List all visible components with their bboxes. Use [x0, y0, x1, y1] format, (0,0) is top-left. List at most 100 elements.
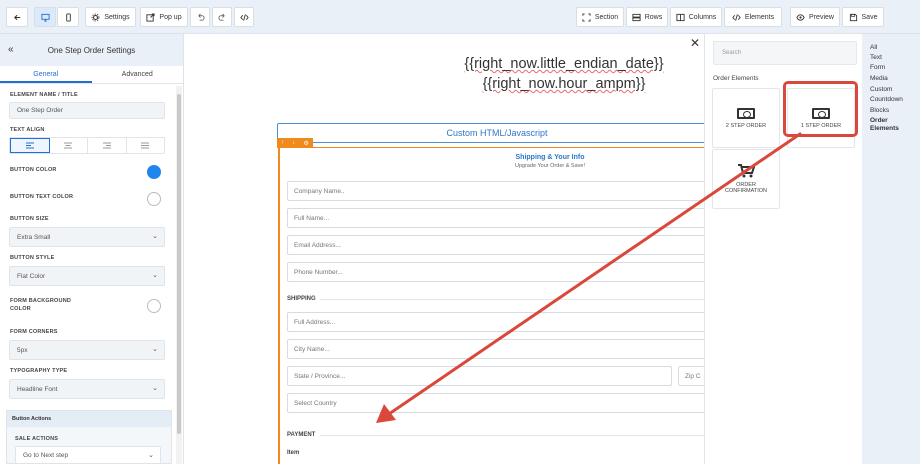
code-icon — [732, 13, 741, 21]
eye-icon — [796, 13, 805, 21]
undo-icon — [197, 13, 205, 21]
code-icon — [239, 13, 249, 21]
page-canvas: {{right_now.little_endian_date}} {{right… — [184, 34, 718, 464]
merge-tag-hour-text: {{right_now.hour_ampm}} — [482, 76, 646, 92]
tab-general[interactable]: General — [0, 66, 92, 83]
shipping-section-label: SHIPPING — [287, 296, 316, 302]
settings-form: ELEMENT NAME / TITLE One Step Order TEXT… — [0, 86, 176, 464]
cash-icon — [737, 107, 755, 119]
elements-button[interactable]: Elements — [724, 7, 782, 27]
button-text-color-label: BUTTON TEXT COLOR — [10, 194, 74, 200]
text-align-group — [9, 137, 165, 154]
save-button[interactable]: Save — [842, 7, 884, 27]
align-justify-button[interactable] — [127, 138, 165, 153]
typography-label: TYPOGRAPHY TYPE — [10, 368, 68, 374]
form-corners-select[interactable]: 5px ⌄ — [9, 340, 165, 360]
button-size-select[interactable]: Extra Small ⌄ — [9, 227, 165, 247]
merge-tag-hour[interactable]: {{right_now.hour_ampm}} — [414, 76, 714, 92]
company-name-field[interactable]: Company Name.. — [287, 181, 717, 201]
category-custom[interactable]: Custom — [870, 86, 892, 94]
state-field[interactable]: State / Province... — [287, 366, 672, 386]
settings-tabs: General Advanced — [0, 66, 183, 84]
button-text-color-swatch[interactable] — [147, 192, 161, 206]
undo-button[interactable] — [190, 7, 210, 27]
category-countdown[interactable]: Countdown — [870, 96, 903, 104]
country-select[interactable]: Select Country — [287, 393, 717, 413]
city-field[interactable]: City Name... — [287, 339, 717, 359]
preview-label: Preview — [809, 13, 834, 21]
chevron-down-icon: ⌄ — [152, 385, 158, 392]
popup-button[interactable]: Pop up — [140, 7, 188, 27]
settings-scrollbar[interactable] — [176, 86, 182, 464]
payment-divider — [320, 435, 715, 436]
category-order-elements[interactable]: Order Elements — [870, 117, 906, 133]
full-name-field[interactable]: Full Name... — [287, 208, 717, 228]
one-step-order-form[interactable]: Shipping & Your Info Upgrade Your Order … — [278, 147, 718, 464]
back-button[interactable] — [6, 7, 28, 27]
form-title: Shipping & Your Info — [515, 154, 585, 161]
button-style-select[interactable]: Flat Color ⌄ — [9, 266, 165, 286]
element-name-input[interactable]: One Step Order — [9, 102, 165, 119]
save-label: Save — [861, 13, 878, 21]
form-background-label: FORM BACKGROUND — [10, 298, 72, 304]
sale-actions-select[interactable]: Go to Next step ⌄ — [15, 446, 161, 464]
cart-icon — [738, 164, 755, 178]
category-all[interactable]: All — [870, 44, 877, 52]
align-center-button[interactable] — [50, 138, 88, 153]
phone-field[interactable]: Phone Number... — [287, 262, 717, 282]
form-corners-label: FORM CORNERS — [10, 329, 58, 335]
settings-button[interactable]: Settings — [85, 7, 136, 27]
desktop-icon — [40, 13, 50, 22]
sale-actions-label: SALE ACTIONS — [15, 436, 59, 442]
scrollbar-thumb[interactable] — [177, 94, 181, 434]
mobile-view-button[interactable] — [57, 7, 79, 27]
form-subtitle: Upgrade Your Order & Save! — [514, 163, 585, 169]
order-elements-label: Order Elements — [713, 75, 759, 82]
columns-button[interactable]: Columns — [670, 7, 722, 27]
form-background-swatch[interactable] — [147, 299, 161, 313]
align-right-button[interactable] — [88, 138, 127, 153]
category-text[interactable]: Text — [870, 54, 882, 62]
section-button[interactable]: Section — [576, 7, 624, 27]
payment-section-label: PAYMENT — [287, 432, 316, 438]
shipping-divider — [320, 299, 715, 300]
custom-html-element[interactable]: Custom HTML/Javascript — [277, 123, 717, 143]
email-field[interactable]: Email Address... — [287, 235, 717, 255]
popup-label: Pop up — [159, 13, 182, 21]
align-left-button[interactable] — [10, 138, 50, 153]
collapse-panel-icon[interactable]: « — [8, 44, 14, 55]
elements-search-input[interactable]: Search — [713, 41, 857, 65]
settings-panel: « One Step Order Settings General Advanc… — [0, 34, 184, 464]
button-actions-header[interactable]: Button Actions — [7, 411, 171, 427]
chevron-down-icon: ⌄ — [148, 452, 154, 459]
category-media[interactable]: Media — [870, 75, 888, 83]
button-color-swatch[interactable] — [147, 165, 161, 179]
gear-icon[interactable]: ⚙ — [304, 140, 309, 147]
redo-button[interactable] — [212, 7, 232, 27]
close-icon[interactable]: ✕ — [690, 36, 700, 50]
order-confirmation-tile[interactable]: ORDER CONFIRMATION — [712, 149, 780, 209]
button-color-label: BUTTON COLOR — [10, 167, 57, 173]
category-sidebar: All Text Form Media Custom Countdown Blo… — [862, 34, 920, 464]
merge-tag-date[interactable]: {{right_now.little_endian_date}} — [414, 56, 714, 72]
element-toolbar: ↑ ↓ ⚙ — [277, 138, 313, 148]
preview-button[interactable]: Preview — [790, 7, 840, 27]
section-icon — [582, 12, 591, 22]
desktop-view-button[interactable] — [34, 7, 56, 27]
arrow-up-icon[interactable]: ↑ — [281, 140, 284, 146]
tab-advanced[interactable]: Advanced — [92, 66, 184, 83]
two-step-order-tile[interactable]: 2 STEP ORDER — [712, 88, 780, 148]
category-blocks[interactable]: Blocks — [870, 107, 889, 115]
align-right-icon — [102, 142, 111, 149]
sale-actions-value: Go to Next step — [23, 451, 69, 459]
code-button[interactable] — [234, 7, 254, 27]
settings-panel-header: « One Step Order Settings — [0, 34, 183, 66]
rows-button[interactable]: Rows — [626, 7, 668, 27]
typography-select[interactable]: Headline Font ⌄ — [9, 379, 165, 399]
mobile-icon — [65, 12, 71, 22]
full-address-field[interactable]: Full Address... — [287, 312, 717, 332]
elements-label: Elements — [744, 13, 775, 21]
category-form[interactable]: Form — [870, 64, 885, 72]
button-style-value: Flat Color — [17, 272, 46, 280]
arrow-down-icon[interactable]: ↓ — [292, 140, 295, 146]
